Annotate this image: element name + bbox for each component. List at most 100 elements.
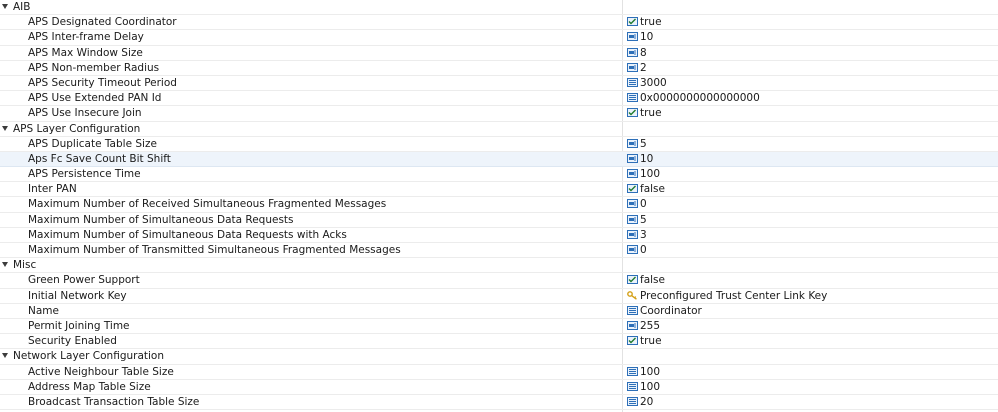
property-value-cell[interactable]: 8 [627, 46, 647, 60]
property-value: 0 [640, 198, 647, 211]
property-value-cell[interactable]: 5 [627, 137, 647, 151]
checkbox-icon [627, 184, 638, 194]
number-icon [627, 32, 638, 42]
property-value: 5 [640, 213, 647, 226]
number-icon [627, 153, 638, 163]
text-list-icon [627, 366, 638, 376]
property-name: APS Duplicate Table Size [28, 137, 157, 150]
property-rows: AIB APS Designated Coordinator true APS Int… [0, 0, 998, 411]
property-row-aps-duplicate-table-size[interactable]: APS Duplicate Table Size 5 [0, 137, 998, 152]
property-value: 0x0000000000000000 [640, 92, 760, 105]
property-name: Aps Fc Save Count Bit Shift [28, 152, 171, 165]
property-row-address-map-table-size[interactable]: Address Map Table Size 100 [0, 380, 998, 395]
property-row-maximum-number-of-simultaneous-data-requests[interactable]: Maximum Number of Simultaneous Data Requ… [0, 213, 998, 228]
property-name: APS Use Extended PAN Id [28, 92, 162, 105]
checkbox-icon [627, 17, 638, 27]
property-value-cell[interactable]: 5 [627, 213, 647, 227]
expand-twisty-icon[interactable] [2, 4, 8, 9]
number-icon [627, 138, 638, 148]
property-name: Security Enabled [28, 335, 117, 348]
property-name: Permit Joining Time [28, 319, 130, 332]
property-row-green-power-support[interactable]: Green Power Support false [0, 273, 998, 289]
property-value: Coordinator [640, 304, 702, 317]
property-value-cell[interactable]: 10 [627, 152, 653, 166]
property-value-cell[interactable]: 100 [627, 380, 660, 394]
property-value-cell[interactable]: false [627, 182, 665, 196]
property-row-aps-non-member-radius[interactable]: APS Non-member Radius 2 [0, 61, 998, 76]
category-row-network-layer-configuration[interactable]: Network Layer Configuration [0, 349, 998, 365]
property-value-cell[interactable]: true [627, 334, 662, 348]
property-value-cell[interactable]: 2 [627, 61, 647, 75]
property-value-cell[interactable]: false [627, 273, 665, 287]
property-row-aps-inter-frame-delay[interactable]: APS Inter-frame Delay 10 [0, 30, 998, 46]
property-value-cell[interactable]: true [627, 106, 662, 120]
property-value: 10 [640, 31, 654, 44]
property-value: 8 [640, 46, 647, 59]
property-value-cell[interactable]: true [627, 15, 662, 29]
text-list-icon [627, 77, 638, 87]
property-row-aps-designated-coordinator[interactable]: APS Designated Coordinator true [0, 15, 998, 31]
property-name: Address Map Table Size [28, 380, 151, 393]
property-value-cell[interactable]: 255 [627, 319, 660, 333]
checkbox-icon [627, 275, 638, 285]
property-row-permit-joining-time[interactable]: Permit Joining Time 255 [0, 319, 998, 335]
property-row-aps-use-insecure-join[interactable]: APS Use Insecure Join true [0, 106, 998, 122]
category-row-aib[interactable]: AIB [0, 0, 998, 16]
property-value-cell[interactable]: 3 [627, 228, 647, 242]
property-value-cell[interactable]: 0 [627, 197, 647, 211]
checkbox-icon [627, 336, 638, 346]
property-name: Inter PAN [28, 183, 77, 196]
text-list-icon [627, 381, 638, 391]
property-row-active-neighbour-table-size[interactable]: Active Neighbour Table Size 100 [0, 365, 998, 380]
property-value: 100 [640, 380, 661, 393]
property-row-aps-max-window-size[interactable]: APS Max Window Size 8 [0, 46, 998, 61]
text-list-icon [627, 93, 638, 103]
property-row-maximum-number-of-received-simultaneous-fragmented-messages[interactable]: Maximum Number of Received Simultaneous … [0, 197, 998, 213]
category-label: Misc [13, 259, 37, 272]
number-icon [627, 47, 638, 57]
category-label: Network Layer Configuration [13, 350, 164, 363]
expand-twisty-icon[interactable] [2, 262, 8, 268]
property-value: false [640, 183, 665, 196]
number-icon [627, 245, 638, 254]
category-row-aps-layer-configuration[interactable]: APS Layer Configuration [0, 122, 998, 137]
property-row-name[interactable]: Name Coordinator [0, 304, 998, 319]
property-tree: AIB APS Designated Coordinator true APS Int… [0, 0, 998, 412]
expand-twisty-icon[interactable] [2, 353, 8, 359]
text-list-icon [627, 396, 638, 406]
property-value-cell[interactable]: 0x0000000000000000 [627, 91, 760, 105]
property-row-maximum-number-of-simultaneous-data-requests-with-acks[interactable]: Maximum Number of Simultaneous Data Requ… [0, 228, 998, 243]
property-row-inter-pan[interactable]: Inter PAN false [0, 182, 998, 198]
property-row-security-enabled[interactable]: Security Enabled true [0, 334, 998, 350]
property-row-aps-persistence-time[interactable]: APS Persistence Time 100 [0, 167, 998, 183]
property-value-cell[interactable]: Preconfigured Trust Center Link Key [627, 289, 827, 303]
property-row-broadcast-transaction-table-size[interactable]: Broadcast Transaction Table Size 20 [0, 395, 998, 411]
property-value-cell[interactable]: 20 [627, 395, 653, 409]
number-icon [627, 214, 638, 224]
property-name: APS Max Window Size [28, 46, 143, 59]
expand-twisty-icon[interactable] [2, 125, 8, 131]
property-value-cell[interactable]: 10 [627, 30, 653, 44]
property-value-cell[interactable]: 100 [627, 365, 660, 379]
property-value-cell[interactable]: Coordinator [627, 304, 702, 318]
property-row-aps-security-timeout-period[interactable]: APS Security Timeout Period 3000 [0, 76, 998, 92]
category-row-misc[interactable]: Misc [0, 258, 998, 274]
property-name: APS Persistence Time [28, 168, 141, 181]
property-row-maximum-number-of-transmitted-simultaneous-fragmented-messages[interactable]: Maximum Number of Transmitted Simultaneo… [0, 243, 998, 259]
property-row-aps-use-extended-pan-id[interactable]: APS Use Extended PAN Id 0x000000000000000… [0, 91, 998, 107]
property-value: true [640, 16, 662, 29]
property-row-initial-network-key[interactable]: Initial Network Key Preconfigured Trust C… [0, 289, 998, 304]
property-value-cell[interactable]: 100 [627, 167, 660, 181]
property-value-cell[interactable]: 0 [627, 243, 647, 257]
property-value-cell[interactable]: 3000 [627, 76, 667, 90]
property-value: 100 [640, 365, 661, 378]
property-row-aps-fc-save-count-bit-shift[interactable]: Aps Fc Save Count Bit Shift 10 [0, 151, 998, 168]
property-name: Active Neighbour Table Size [28, 365, 174, 378]
property-name: Maximum Number of Received Simultaneous … [28, 198, 387, 211]
property-value: 100 [640, 168, 661, 181]
property-value: 10 [640, 152, 654, 165]
checkbox-icon [627, 108, 638, 118]
property-value: false [640, 274, 665, 287]
property-value: 0 [640, 244, 647, 256]
property-name: APS Non-member Radius [28, 61, 160, 74]
